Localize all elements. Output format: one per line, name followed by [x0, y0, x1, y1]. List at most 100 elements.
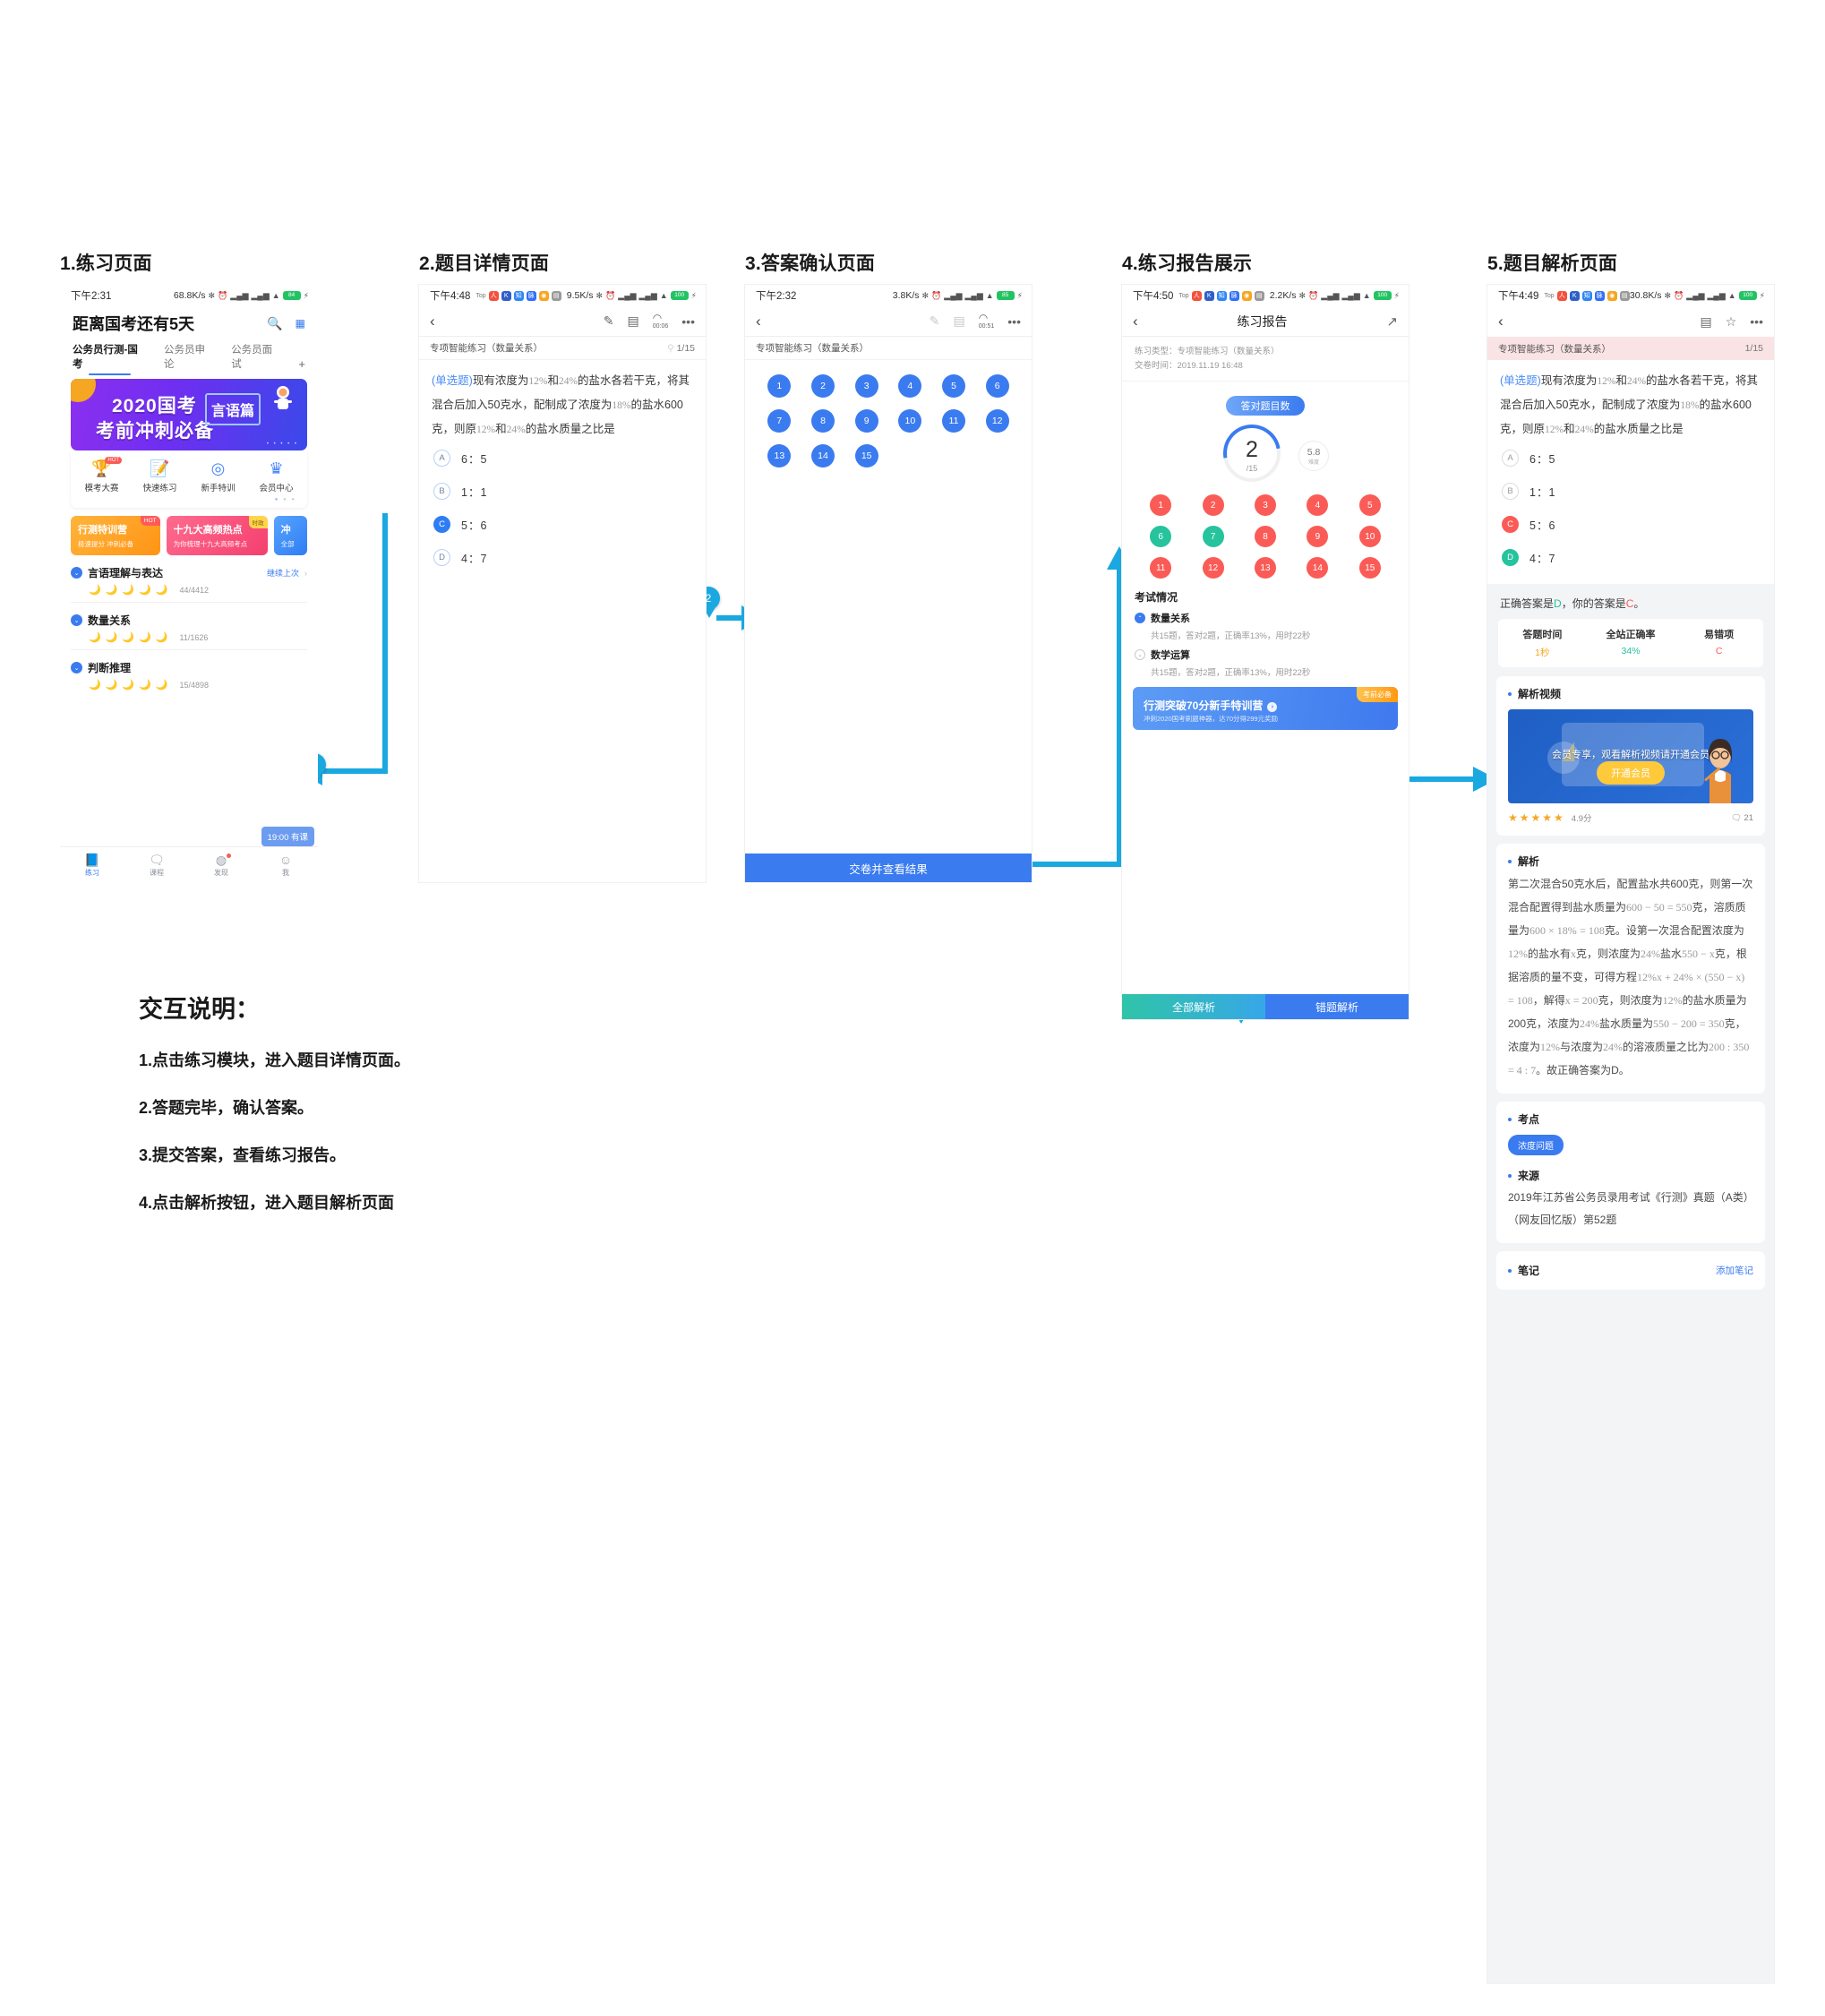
comment-count[interactable]: 🗨 21: [1731, 813, 1753, 823]
question-number-chip[interactable]: 5: [941, 374, 965, 398]
keypoint-tag[interactable]: 浓度问题: [1508, 1135, 1564, 1155]
result-number-chip[interactable]: 4: [1307, 494, 1329, 516]
more-icon[interactable]: •••: [1750, 314, 1763, 329]
tab-courses[interactable]: 🗨 课程: [124, 853, 189, 878]
score-ring: 2 /15 5.8 难度: [1198, 413, 1332, 493]
tab-practice[interactable]: 📘 练习: [60, 853, 124, 878]
question-number-chip[interactable]: 10: [898, 409, 922, 433]
result-number-chip[interactable]: 1: [1150, 494, 1172, 516]
math-run: 24%: [1641, 948, 1661, 960]
list-icon[interactable]: ▤: [954, 313, 965, 329]
moon-icon: 🌙: [89, 632, 101, 643]
promo-title: 十九大高频热点: [173, 525, 243, 536]
result-number-chip[interactable]: 6: [1150, 526, 1172, 547]
more-icon[interactable]: •••: [1007, 314, 1021, 329]
star-icon[interactable]: ☆: [1726, 314, 1737, 330]
app-icon: ◉: [1241, 290, 1252, 301]
option-b[interactable]: B 1：1: [432, 475, 693, 508]
bluetooth-icon: ✻: [1664, 290, 1672, 300]
option-d[interactable]: D 4：7: [432, 541, 693, 574]
quick-entry-beginner[interactable]: ◎ 新手特训: [189, 459, 247, 493]
bookmark-icon[interactable]: ⚲: [667, 343, 674, 354]
option-c[interactable]: C 5：6: [432, 508, 693, 541]
video-thumbnail[interactable]: 会员专享，观看解析视频请开通会员 开通会员: [1508, 709, 1753, 803]
option-c[interactable]: C 5：6: [1500, 508, 1761, 541]
note-card: 笔记 添加笔记: [1496, 1251, 1765, 1290]
answer-post: 。: [1633, 597, 1645, 610]
result-number-chip[interactable]: 5: [1358, 494, 1381, 516]
quick-entry-fast-practice[interactable]: 📝 快速练习: [131, 459, 189, 493]
grid-icon[interactable]: ▦: [296, 317, 305, 330]
tab-discover[interactable]: ◍ 发现: [189, 853, 253, 878]
result-number-chip[interactable]: 13: [1254, 557, 1276, 579]
question-number-chip[interactable]: 1: [767, 374, 792, 398]
quick-entry-member[interactable]: ♛ 会员中心: [247, 459, 305, 493]
continue-link[interactable]: 继续上次: [267, 567, 299, 579]
result-number-chip[interactable]: 8: [1254, 526, 1276, 547]
more-icon[interactable]: •••: [681, 314, 695, 329]
tab-me[interactable]: ☺ 我: [253, 853, 318, 878]
option-text: 4：7: [1529, 553, 1556, 565]
result-number-chip[interactable]: 10: [1358, 526, 1381, 547]
result-number-chip[interactable]: 11: [1150, 557, 1172, 579]
subject-row-panduan[interactable]: ⌄ 判断推理 🌙 🌙 🌙 🌙 🌙 15/4898: [71, 660, 307, 697]
option-text: 1：1: [461, 486, 488, 499]
search-icon[interactable]: 🔍: [267, 316, 282, 331]
list-icon[interactable]: ▤: [1700, 314, 1711, 330]
timer-icon[interactable]: ◠ 00:06: [653, 313, 669, 330]
tab-xingce[interactable]: 公务员行测-国考: [73, 342, 148, 375]
promo-row: HOT 行测特训营 极速提分 冲刺必备 时政 十九大高频热点 为你梳理十九大高频…: [71, 516, 307, 555]
open-membership-button[interactable]: 开通会员: [1597, 761, 1665, 785]
question-number-chip[interactable]: 3: [854, 374, 878, 398]
back-button[interactable]: ‹: [430, 313, 435, 330]
question-number-chip[interactable]: 14: [810, 444, 835, 468]
question-number-chip[interactable]: 12: [985, 409, 1009, 433]
result-number-chip[interactable]: 15: [1358, 557, 1381, 579]
back-button[interactable]: ‹: [1498, 313, 1504, 330]
question-number-chip[interactable]: 9: [854, 409, 878, 433]
share-icon[interactable]: ↗: [1386, 313, 1398, 330]
promo-card-third[interactable]: 冲 全部: [273, 516, 307, 555]
training-camp-ad[interactable]: 考前必备 行测突破70分新手特训营 › 冲刺2020国考刷题神器，达70分得299…: [1133, 687, 1398, 730]
question-number-chip[interactable]: 13: [767, 444, 792, 468]
list-icon[interactable]: ▤: [628, 313, 639, 329]
exam-item-shuxue[interactable]: ⌄ 数学运算 共15题，答对2题，正确率13%，用时22秒: [1122, 641, 1409, 678]
option-b[interactable]: B 1：1: [1500, 475, 1761, 508]
question-number-chip[interactable]: 8: [810, 409, 835, 433]
question-number-chip[interactable]: 7: [767, 409, 792, 433]
exam-item-shuliang[interactable]: ⌃ 数量关系 共15题，答对2题，正确率13%，用时22秒: [1122, 605, 1409, 641]
quick-entry-mokao[interactable]: 🏆 HOT 模考大赛: [73, 457, 131, 493]
result-number-chip[interactable]: 14: [1307, 557, 1329, 579]
question-number-chip[interactable]: 15: [854, 444, 878, 468]
option-a[interactable]: A 6：5: [1500, 442, 1761, 475]
pencil-icon[interactable]: ✎: [604, 313, 614, 329]
smiley-icon: ☺: [278, 852, 293, 867]
tab-mianshi[interactable]: 公务员面试: [231, 342, 282, 371]
promo-banner[interactable]: 2020国考 考前冲刺必备 言语篇 • • • • •: [71, 379, 307, 450]
back-button[interactable]: ‹: [756, 313, 761, 330]
promo-card-hotspot[interactable]: 时政 十九大高频热点 为你梳理十九大高频考点: [166, 516, 268, 555]
timer-icon[interactable]: ◠ 00:51: [979, 313, 995, 330]
add-note-button[interactable]: 添加笔记: [1716, 1264, 1753, 1277]
result-number-chip[interactable]: 12: [1202, 557, 1224, 579]
question-number-chip[interactable]: 2: [810, 374, 835, 398]
question-number-chip[interactable]: 11: [941, 409, 965, 433]
result-number-chip[interactable]: 2: [1202, 494, 1224, 516]
pencil-icon[interactable]: ✎: [930, 313, 940, 329]
submit-button[interactable]: 交卷并查看结果: [745, 854, 1032, 882]
option-a[interactable]: A 6：5: [432, 442, 693, 475]
promo-card-xingce[interactable]: HOT 行测特训营 极速提分 冲刺必备: [71, 516, 160, 555]
pencil-note-icon: 📝: [150, 459, 170, 477]
tab-shenlun[interactable]: 公务员申论: [164, 342, 215, 371]
subject-row-shuliang[interactable]: ⌄ 数量关系 🌙 🌙 🌙 🌙 🌙 11/1626: [71, 613, 307, 650]
result-number-chip[interactable]: 7: [1202, 526, 1224, 547]
wrong-analysis-button[interactable]: 错题解析: [1265, 994, 1409, 1019]
question-number-chip[interactable]: 6: [985, 374, 1009, 398]
option-d[interactable]: D 4：7: [1500, 541, 1761, 574]
add-tab-button[interactable]: +: [298, 357, 305, 371]
result-number-chip[interactable]: 9: [1307, 526, 1329, 547]
result-number-chip[interactable]: 3: [1254, 494, 1276, 516]
subject-row-yanyu[interactable]: ⌄ 言语理解与表达 继续上次 › 🌙 🌙 🌙 🌙 🌙 44/4412: [71, 565, 307, 603]
all-analysis-button[interactable]: 全部解析: [1122, 994, 1265, 1019]
question-number-chip[interactable]: 4: [898, 374, 922, 398]
